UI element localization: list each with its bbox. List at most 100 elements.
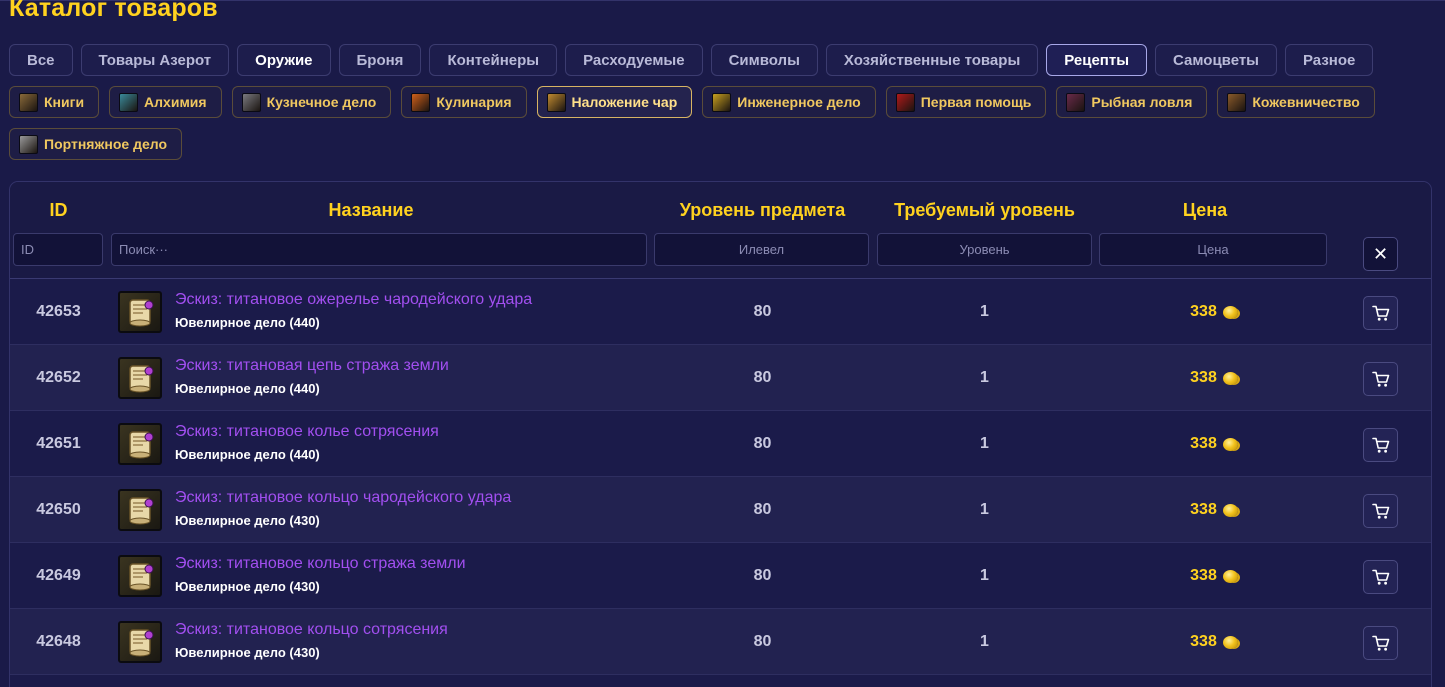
price-value: 338 bbox=[1190, 435, 1217, 452]
required-level: 1 bbox=[980, 369, 989, 386]
profession-label: Первая помощь bbox=[920, 94, 1032, 110]
cooking-pot-icon bbox=[411, 92, 431, 112]
item-id: 42650 bbox=[36, 501, 81, 518]
cart-icon bbox=[1371, 437, 1390, 454]
header-item-level[interactable]: Уровень предмета bbox=[655, 200, 870, 221]
fishing-rod-icon bbox=[1066, 92, 1086, 112]
price-cell: 338 bbox=[1100, 279, 1328, 345]
profession-filter[interactable]: Кожевничество bbox=[1217, 86, 1375, 118]
anvil-icon bbox=[241, 92, 261, 112]
profession-label: Наложение чар bbox=[571, 94, 678, 110]
profession-filter[interactable]: Портняжное дело bbox=[9, 128, 183, 160]
profession-filter[interactable]: Наложение чар bbox=[536, 86, 693, 118]
gold-coin-icon bbox=[1222, 635, 1238, 649]
cart-icon bbox=[1371, 305, 1390, 322]
category-tabs: Все Товары Азерот Оружие Броня Контейнеры Рас… bbox=[9, 44, 1374, 76]
gold-coin-icon bbox=[1222, 305, 1238, 319]
recipe-scroll-icon[interactable] bbox=[118, 621, 162, 663]
add-to-cart-button[interactable] bbox=[1363, 428, 1398, 462]
flask-icon bbox=[119, 92, 139, 112]
required-level: 1 bbox=[980, 303, 989, 320]
close-icon: ✕ bbox=[1372, 243, 1389, 264]
add-to-cart-button[interactable] bbox=[1363, 494, 1398, 528]
profession-label: Кулинария bbox=[436, 94, 512, 110]
enchanting-scroll-icon bbox=[546, 92, 566, 112]
category-tab[interactable]: Рецепты bbox=[1046, 44, 1148, 76]
profession-filter[interactable]: Рыбная ловля bbox=[1056, 86, 1208, 118]
category-tab[interactable]: Контейнеры bbox=[429, 44, 558, 76]
table-row: 42652 Эскиз: титановая цепь стража земли Ю… bbox=[10, 345, 1431, 411]
profession-filter[interactable]: Инженерное дело bbox=[702, 86, 876, 118]
price-cell: 338 bbox=[1100, 345, 1328, 411]
item-level-filter-input[interactable] bbox=[654, 233, 869, 266]
category-tab[interactable]: Самоцветы bbox=[1155, 44, 1277, 76]
category-tab[interactable]: Броня bbox=[338, 44, 422, 76]
profession-filter[interactable]: Кузнечное дело bbox=[231, 86, 392, 118]
item-requirement: Ювелирное дело (430) bbox=[175, 645, 320, 660]
item-level: 80 bbox=[753, 567, 772, 584]
item-id: 42652 bbox=[36, 369, 81, 386]
required-level-filter-input[interactable] bbox=[877, 233, 1092, 266]
category-tab[interactable]: Все bbox=[9, 44, 73, 76]
table-header: ID Название Уровень предмета Требуемый у… bbox=[10, 182, 1431, 279]
profession-filter[interactable]: Первая помощь bbox=[885, 86, 1047, 118]
add-to-cart-button[interactable] bbox=[1363, 626, 1398, 660]
price-value: 338 bbox=[1190, 501, 1217, 518]
add-to-cart-button[interactable] bbox=[1363, 560, 1398, 594]
price-cell: 338 bbox=[1100, 477, 1328, 543]
recipe-scroll-icon[interactable] bbox=[118, 555, 162, 597]
header-required-level[interactable]: Требуемый уровень bbox=[877, 200, 1092, 221]
gold-coin-icon bbox=[1222, 569, 1238, 583]
cart-icon bbox=[1371, 503, 1390, 520]
table-row: 42651 Эскиз: титановое колье сотрясения Юв… bbox=[10, 411, 1431, 477]
recipe-scroll-icon[interactable] bbox=[118, 291, 162, 333]
profession-filters-row-1: Книги Алхимия Кузнечное дело Кулинария Налож… bbox=[9, 86, 1375, 118]
add-to-cart-button[interactable] bbox=[1363, 362, 1398, 396]
category-tab[interactable]: Товары Азерот bbox=[80, 44, 230, 76]
price-filter-input[interactable] bbox=[1099, 233, 1327, 266]
category-tab[interactable]: Символы bbox=[710, 44, 818, 76]
profession-filter[interactable]: Алхимия bbox=[109, 86, 222, 118]
item-id: 42649 bbox=[36, 567, 81, 584]
required-level: 1 bbox=[980, 567, 989, 584]
price-value: 338 bbox=[1190, 633, 1217, 650]
price-cell: 338 bbox=[1100, 411, 1328, 477]
category-tab[interactable]: Оружие bbox=[237, 44, 331, 76]
item-name-link[interactable]: Эскиз: титановое колье сотрясения bbox=[175, 423, 439, 441]
recipe-scroll-icon[interactable] bbox=[118, 357, 162, 399]
clear-filters-button[interactable]: ✕ bbox=[1363, 237, 1398, 271]
item-name-link[interactable]: Эскиз: титановое кольцо сотрясения bbox=[175, 621, 448, 639]
item-name-link[interactable]: Эскиз: титановое кольцо стража земли bbox=[175, 555, 466, 573]
profession-label: Инженерное дело bbox=[737, 94, 861, 110]
price-value: 338 bbox=[1190, 303, 1217, 320]
table-row: 42648 Эскиз: титановое кольцо сотрясения Ю… bbox=[10, 609, 1431, 675]
item-name-link[interactable]: Эскиз: титановая цепь стража земли bbox=[175, 357, 449, 375]
profession-filter[interactable]: Кулинария bbox=[401, 86, 527, 118]
header-id[interactable]: ID bbox=[10, 200, 107, 221]
item-name-link[interactable]: Эскиз: титановое кольцо чародейского уда… bbox=[175, 489, 511, 507]
table-body: 42653 Эскиз: титановое ожерелье чародейск… bbox=[10, 279, 1431, 675]
required-level: 1 bbox=[980, 633, 989, 650]
profession-filter[interactable]: Книги bbox=[9, 86, 100, 118]
catalog-table: ID Название Уровень предмета Требуемый у… bbox=[9, 181, 1432, 687]
gold-coin-icon bbox=[1222, 371, 1238, 385]
category-tab[interactable]: Расходуемые bbox=[565, 44, 703, 76]
item-id: 42651 bbox=[36, 435, 81, 452]
id-filter-input[interactable] bbox=[13, 233, 103, 266]
recipe-scroll-icon[interactable] bbox=[118, 423, 162, 465]
gear-icon bbox=[712, 92, 732, 112]
item-level: 80 bbox=[753, 435, 772, 452]
profession-label: Портняжное дело bbox=[44, 136, 168, 152]
item-name-link[interactable]: Эскиз: титановое ожерелье чародейского у… bbox=[175, 291, 532, 309]
add-to-cart-button[interactable] bbox=[1363, 296, 1398, 330]
cart-icon bbox=[1371, 371, 1390, 388]
profession-label: Кузнечное дело bbox=[266, 94, 377, 110]
recipe-scroll-icon[interactable] bbox=[118, 489, 162, 531]
profession-label: Книги bbox=[44, 94, 85, 110]
search-input[interactable] bbox=[111, 233, 647, 266]
header-price[interactable]: Цена bbox=[1100, 200, 1310, 221]
category-tab[interactable]: Хозяйственные товары bbox=[825, 44, 1039, 76]
item-requirement: Ювелирное дело (440) bbox=[175, 447, 320, 462]
category-tab[interactable]: Разное bbox=[1285, 44, 1374, 76]
header-name[interactable]: Название bbox=[111, 200, 631, 221]
